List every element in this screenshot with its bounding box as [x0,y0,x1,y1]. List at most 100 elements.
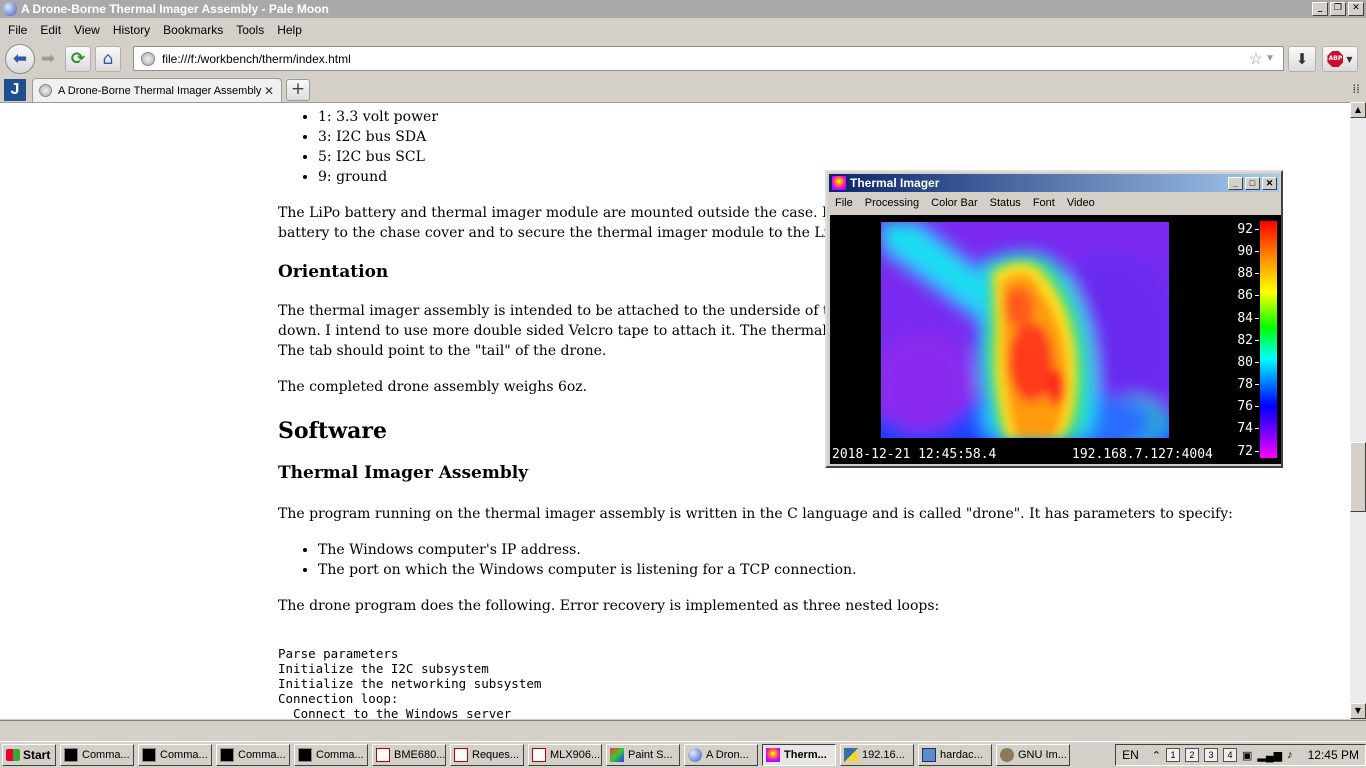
home-button[interactable]: ⌂ [95,46,121,72]
taskbar-item-label: Paint S... [628,749,673,761]
taskbar-item-label: Reques... [472,749,520,761]
pdf-icon [532,748,546,762]
list-item: The Windows computer's IP address. [318,540,1338,560]
scroll-up-button[interactable]: ▲ [1350,102,1366,118]
back-button[interactable]: ⬅ [5,44,35,74]
monitor-icon[interactable]: ▣ [1242,749,1252,762]
thermal-imager-window[interactable]: Thermal Imager _ □ ✕ File Processing Col… [825,170,1283,468]
thermal-minimize-button[interactable]: _ [1228,176,1243,190]
code-line: Connection loop: [278,691,399,706]
taskbar-item[interactable]: MLX906... [528,744,602,766]
thermal-maximize-button[interactable]: □ [1245,176,1260,190]
list-item: 1: 3.3 volt power [318,107,1338,127]
windows-flag-icon [6,749,20,761]
taskbar-item-label: BME680... [394,749,446,761]
menu-tools[interactable]: Tools [231,23,272,37]
scale-label: 72 [1237,445,1259,459]
command-prompt-icon [64,748,78,762]
thermal-menu-processing[interactable]: Processing [859,197,925,209]
thermal-display: 92 90 88 86 84 82 80 78 76 74 72 2018-12… [830,215,1281,464]
volume-icon[interactable]: ♪ [1287,749,1293,761]
thermal-menu-file[interactable]: File [829,197,859,209]
clock[interactable]: 12:45 PM [1308,748,1359,762]
thermal-menu-status[interactable]: Status [984,197,1027,209]
forward-arrow-icon: ➡ [40,49,56,69]
menu-edit[interactable]: Edit [35,23,69,37]
site-identity-icon[interactable] [141,51,155,66]
taskbar-item[interactable]: Comma... [138,744,212,766]
pale-moon-icon [688,748,702,762]
thermal-menu-font[interactable]: Font [1027,197,1061,209]
quick-launch-1[interactable]: 1 [1166,748,1180,762]
menu-history[interactable]: History [108,23,158,37]
color-scale-bar [1260,221,1277,458]
j-extension-button[interactable]: J [4,79,26,101]
vertical-scrollbar[interactable]: ▲ ▼ [1350,102,1366,719]
signal-icon[interactable]: ▂▄▆ [1257,749,1282,762]
menu-help[interactable]: Help [272,23,310,37]
tab-list-icon[interactable]: ⁞⁞ [1352,82,1360,96]
taskbar-item[interactable]: Comma... [294,744,368,766]
taskbar-item[interactable]: Comma... [216,744,290,766]
language-indicator[interactable]: EN [1122,748,1139,762]
scale-label: 90 [1237,245,1259,259]
pale-moon-icon [3,2,17,16]
window-title: A Drone-Borne Thermal Imager Assembly - … [21,2,329,16]
color-scale-labels: 92 90 88 86 84 82 80 78 76 74 72 [1215,221,1259,459]
quick-launch-4[interactable]: 4 [1223,748,1237,762]
thermal-close-button[interactable]: ✕ [1262,176,1277,190]
restore-button[interactable]: ❐ [1330,2,1346,16]
url-text[interactable]: file:///f:/workbench/therm/index.html [162,52,1249,66]
taskbar-item[interactable]: Paint S... [606,744,680,766]
thermal-window-title: Thermal Imager [850,176,940,190]
taskbar-item-active[interactable]: Therm... [762,744,836,766]
scale-label: 92 [1237,223,1259,237]
taskbar-item-label: Comma... [160,749,208,761]
menu-bookmarks[interactable]: Bookmarks [158,23,231,37]
download-arrow-icon: ⬇ [1295,50,1309,68]
taskbar-item[interactable]: hardac... [918,744,992,766]
reload-icon: ⟳ [70,49,86,69]
quick-launch-2[interactable]: 2 [1185,748,1199,762]
taskbar-item[interactable]: BME680... [372,744,446,766]
taskbar: Start Comma... Comma... Comma... Comma..… [0,741,1366,768]
status-bar [0,720,1366,740]
thermal-app-icon [832,176,846,190]
taskbar-item[interactable]: 192.16... [840,744,914,766]
scale-label: 80 [1237,356,1259,370]
menu-file[interactable]: File [3,23,35,37]
thermal-timestamp: 2018-12-21 12:45:58.4 [832,447,997,462]
thermal-menu-color-bar[interactable]: Color Bar [925,197,983,209]
quick-launch-3[interactable]: 3 [1204,748,1218,762]
param-list: The Windows computer's IP address. The p… [278,540,1338,580]
url-dropdown-icon[interactable]: ▼ [1265,53,1275,64]
thermal-menu-video[interactable]: Video [1061,197,1101,209]
list-item: The port on which the Windows computer i… [318,560,1338,580]
start-label: Start [23,748,51,762]
tray-expand-icon[interactable]: ⌃ [1152,749,1161,762]
reload-button[interactable]: ⟳ [65,46,91,72]
close-button[interactable]: ✕ [1348,2,1364,16]
taskbar-item-label: hardac... [940,749,983,761]
start-button[interactable]: Start [2,744,56,766]
new-tab-button[interactable]: + [286,79,310,101]
adblock-button[interactable]: ABP ▼ [1322,46,1358,72]
url-bar[interactable]: file:///f:/workbench/therm/index.html ☆ … [133,46,1284,71]
thermal-title-bar[interactable]: Thermal Imager _ □ ✕ [829,174,1279,192]
forward-button[interactable]: ➡ [35,46,61,72]
minimize-button[interactable]: _ [1312,2,1328,16]
bookmark-star-icon[interactable]: ☆ [1249,49,1263,69]
downloads-button[interactable]: ⬇ [1288,46,1316,72]
taskbar-item[interactable]: A Dron... [684,744,758,766]
scroll-thumb[interactable] [1350,442,1366,512]
tab-active[interactable]: A Drone-Borne Thermal Imager Assembly ✕ [32,78,282,102]
tab-close-icon[interactable]: ✕ [264,84,274,98]
scroll-down-button[interactable]: ▼ [1350,703,1366,719]
menu-view[interactable]: View [69,23,108,37]
list-item: 3: I2C bus SDA [318,127,1338,147]
taskbar-item[interactable]: GNU Im... [996,744,1070,766]
taskbar-item[interactable]: Reques... [450,744,524,766]
taskbar-item-label: Comma... [316,749,364,761]
network-icon [922,748,936,762]
taskbar-item[interactable]: Comma... [60,744,134,766]
